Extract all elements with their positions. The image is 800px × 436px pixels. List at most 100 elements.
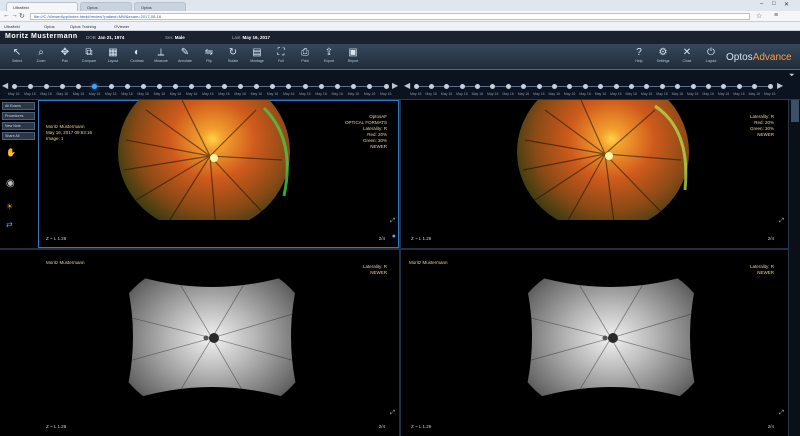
timeline-exam-dot[interactable] bbox=[205, 84, 211, 89]
timeline-exam-dot[interactable] bbox=[413, 84, 419, 89]
side-button[interactable]: Procedures bbox=[2, 112, 35, 120]
settings-tool-button[interactable]: ⚙ Settings bbox=[652, 47, 674, 67]
side-button[interactable]: Share All bbox=[2, 132, 35, 140]
timeline-exam-dot[interactable] bbox=[690, 84, 696, 89]
expand-icon[interactable]: ⤢ bbox=[390, 218, 395, 224]
flip-tool-button[interactable]: ⇋ Flip bbox=[198, 47, 220, 67]
timeline-exam-dot[interactable] bbox=[27, 84, 33, 89]
autofluorescence-image[interactable] bbox=[505, 254, 717, 420]
timeline-exam-dot[interactable] bbox=[76, 84, 82, 89]
timeline-next-icon[interactable]: ▶ bbox=[777, 81, 783, 90]
timeline-exam-dot[interactable] bbox=[237, 84, 243, 89]
close-tool-button[interactable]: ✕ Close bbox=[676, 47, 698, 67]
expand-icon[interactable]: ⤢ bbox=[779, 410, 784, 416]
pan-tool-button[interactable]: ✥ Pan bbox=[54, 47, 76, 67]
timeline-exam-dot[interactable] bbox=[428, 84, 434, 89]
annotate-tool-button[interactable]: ✎ Annotate bbox=[174, 47, 196, 67]
side-button[interactable]: New Note bbox=[2, 122, 35, 130]
report-tool-button[interactable]: ▣ Report bbox=[342, 47, 364, 67]
timeline-exam-dot[interactable] bbox=[189, 84, 195, 89]
close-window-icon[interactable]: ✕ bbox=[784, 1, 789, 8]
eye-icon[interactable]: ◉ bbox=[6, 178, 15, 189]
timeline-exam-dot[interactable] bbox=[521, 84, 527, 89]
timeline-exam-dot[interactable] bbox=[302, 84, 308, 89]
fullscreen-tool-button[interactable]: ⛶ Full bbox=[270, 47, 292, 67]
link-icon[interactable]: ⇄ bbox=[6, 220, 13, 229]
grid-tool-button[interactable]: ▤ Montage bbox=[246, 47, 268, 67]
autofluorescence-image[interactable] bbox=[106, 254, 318, 420]
timeline-exam-dot[interactable] bbox=[286, 84, 292, 89]
timeline-next-icon[interactable]: ▶ bbox=[392, 81, 398, 90]
timeline-exam-dot[interactable] bbox=[598, 84, 604, 89]
timeline-exam-dot[interactable] bbox=[767, 84, 773, 89]
logout-tool-button[interactable]: ⏻ Logout bbox=[700, 47, 722, 67]
url-field[interactable]: file:///C:/ViewerApp/index.html#/review?… bbox=[30, 13, 750, 20]
image-viewport-color[interactable]: Moritz Mustermann May 16, 2017 09:53:16 … bbox=[38, 100, 399, 248]
timeline-exam-dot[interactable] bbox=[351, 84, 357, 89]
timeline-exam-dot[interactable] bbox=[736, 84, 742, 89]
timeline-exam-dot[interactable] bbox=[459, 84, 465, 89]
image-viewport-af[interactable]: Moritz Mustermann Laterality: R NEWER Z … bbox=[401, 250, 788, 436]
timeline-exam-dot[interactable] bbox=[628, 84, 634, 89]
color-fundus-image[interactable] bbox=[106, 100, 306, 232]
browser-tab-active[interactable]: Ultrafield bbox=[6, 2, 78, 11]
timeline-exam-dot[interactable] bbox=[383, 84, 389, 89]
color-fundus-image[interactable] bbox=[505, 100, 705, 232]
timeline-exam-dot[interactable] bbox=[567, 84, 573, 89]
timeline-exam-dot[interactable] bbox=[659, 84, 665, 89]
timeline-exam-dot[interactable] bbox=[157, 84, 163, 89]
sync-icon[interactable]: ● bbox=[392, 233, 396, 240]
browser-tab[interactable]: Optos bbox=[134, 2, 186, 11]
back-icon[interactable]: ← bbox=[3, 12, 10, 19]
timeline-exam-dot[interactable] bbox=[644, 84, 650, 89]
timeline-exam-dot[interactable] bbox=[318, 84, 324, 89]
timeline-exam-dot[interactable] bbox=[582, 84, 588, 89]
zoom-tool-button[interactable]: ⌕ Zoom bbox=[30, 47, 52, 67]
timeline-exam-dot[interactable] bbox=[11, 84, 17, 89]
contrast-tool-button[interactable]: ◐ Contrast bbox=[126, 47, 148, 67]
timeline-exam-dot[interactable] bbox=[536, 84, 542, 89]
filter-icon[interactable]: ⏷ bbox=[789, 72, 795, 80]
timeline-exam-dot[interactable] bbox=[124, 84, 130, 89]
bookmark-item[interactable]: Optos bbox=[44, 23, 55, 30]
timeline-exam-dot[interactable] bbox=[334, 84, 340, 89]
timeline-exam-dot[interactable] bbox=[60, 84, 66, 89]
hand-icon[interactable]: ✋ bbox=[6, 148, 16, 157]
bookmark-item[interactable]: Ultrafield bbox=[4, 23, 20, 30]
timeline-exam-dot[interactable] bbox=[475, 84, 481, 89]
forward-icon[interactable]: → bbox=[11, 12, 18, 19]
scrollbar-thumb[interactable] bbox=[791, 100, 799, 122]
timeline-exam-dot[interactable] bbox=[505, 84, 511, 89]
browser-tab[interactable]: Optos bbox=[80, 2, 132, 11]
pointer-tool-button[interactable]: ↖ Select bbox=[6, 47, 28, 67]
timeline-exam-dot[interactable] bbox=[92, 84, 98, 89]
timeline-prev-icon[interactable]: ◀ bbox=[404, 81, 410, 90]
menu-icon[interactable]: ≡ bbox=[774, 12, 778, 19]
help-tool-button[interactable]: ? Help bbox=[628, 47, 650, 67]
timeline-exam-dot[interactable] bbox=[173, 84, 179, 89]
side-button[interactable]: All Exams bbox=[2, 102, 35, 110]
timeline-exam-dot[interactable] bbox=[367, 84, 373, 89]
sun-icon[interactable]: ☀ bbox=[6, 202, 13, 211]
timeline-exam-dot[interactable] bbox=[444, 84, 450, 89]
export-tool-button[interactable]: ⇪ Export bbox=[318, 47, 340, 67]
rotate-tool-button[interactable]: ↻ Rotate bbox=[222, 47, 244, 67]
image-viewport-color[interactable]: Laterality: R Red: 20% Green: 30% NEWER … bbox=[401, 100, 788, 248]
compare-tool-button[interactable]: ⧉ Compare bbox=[78, 47, 100, 67]
timeline-exam-dot[interactable] bbox=[221, 84, 227, 89]
bookmark-item[interactable]: OViewer bbox=[114, 23, 129, 30]
layout-tool-button[interactable]: ▦ Layout bbox=[102, 47, 124, 67]
timeline-exam-dot[interactable] bbox=[490, 84, 496, 89]
star-icon[interactable]: ☆ bbox=[756, 12, 762, 20]
expand-icon[interactable]: ⤢ bbox=[779, 218, 784, 224]
timeline-exam-dot[interactable] bbox=[705, 84, 711, 89]
print-tool-button[interactable]: ⎙ Print bbox=[294, 47, 316, 67]
timeline-exam-dot[interactable] bbox=[552, 84, 558, 89]
expand-icon[interactable]: ⤢ bbox=[390, 410, 395, 416]
timeline-exam-dot[interactable] bbox=[270, 84, 276, 89]
timeline-exam-dot[interactable] bbox=[254, 84, 260, 89]
image-viewport-af[interactable]: Moritz Mustermann Laterality: R NEWER Z … bbox=[38, 250, 399, 436]
maximize-icon[interactable]: □ bbox=[772, 1, 776, 7]
bookmark-item[interactable]: Optos Training bbox=[70, 23, 96, 30]
timeline-exam-dot[interactable] bbox=[613, 84, 619, 89]
